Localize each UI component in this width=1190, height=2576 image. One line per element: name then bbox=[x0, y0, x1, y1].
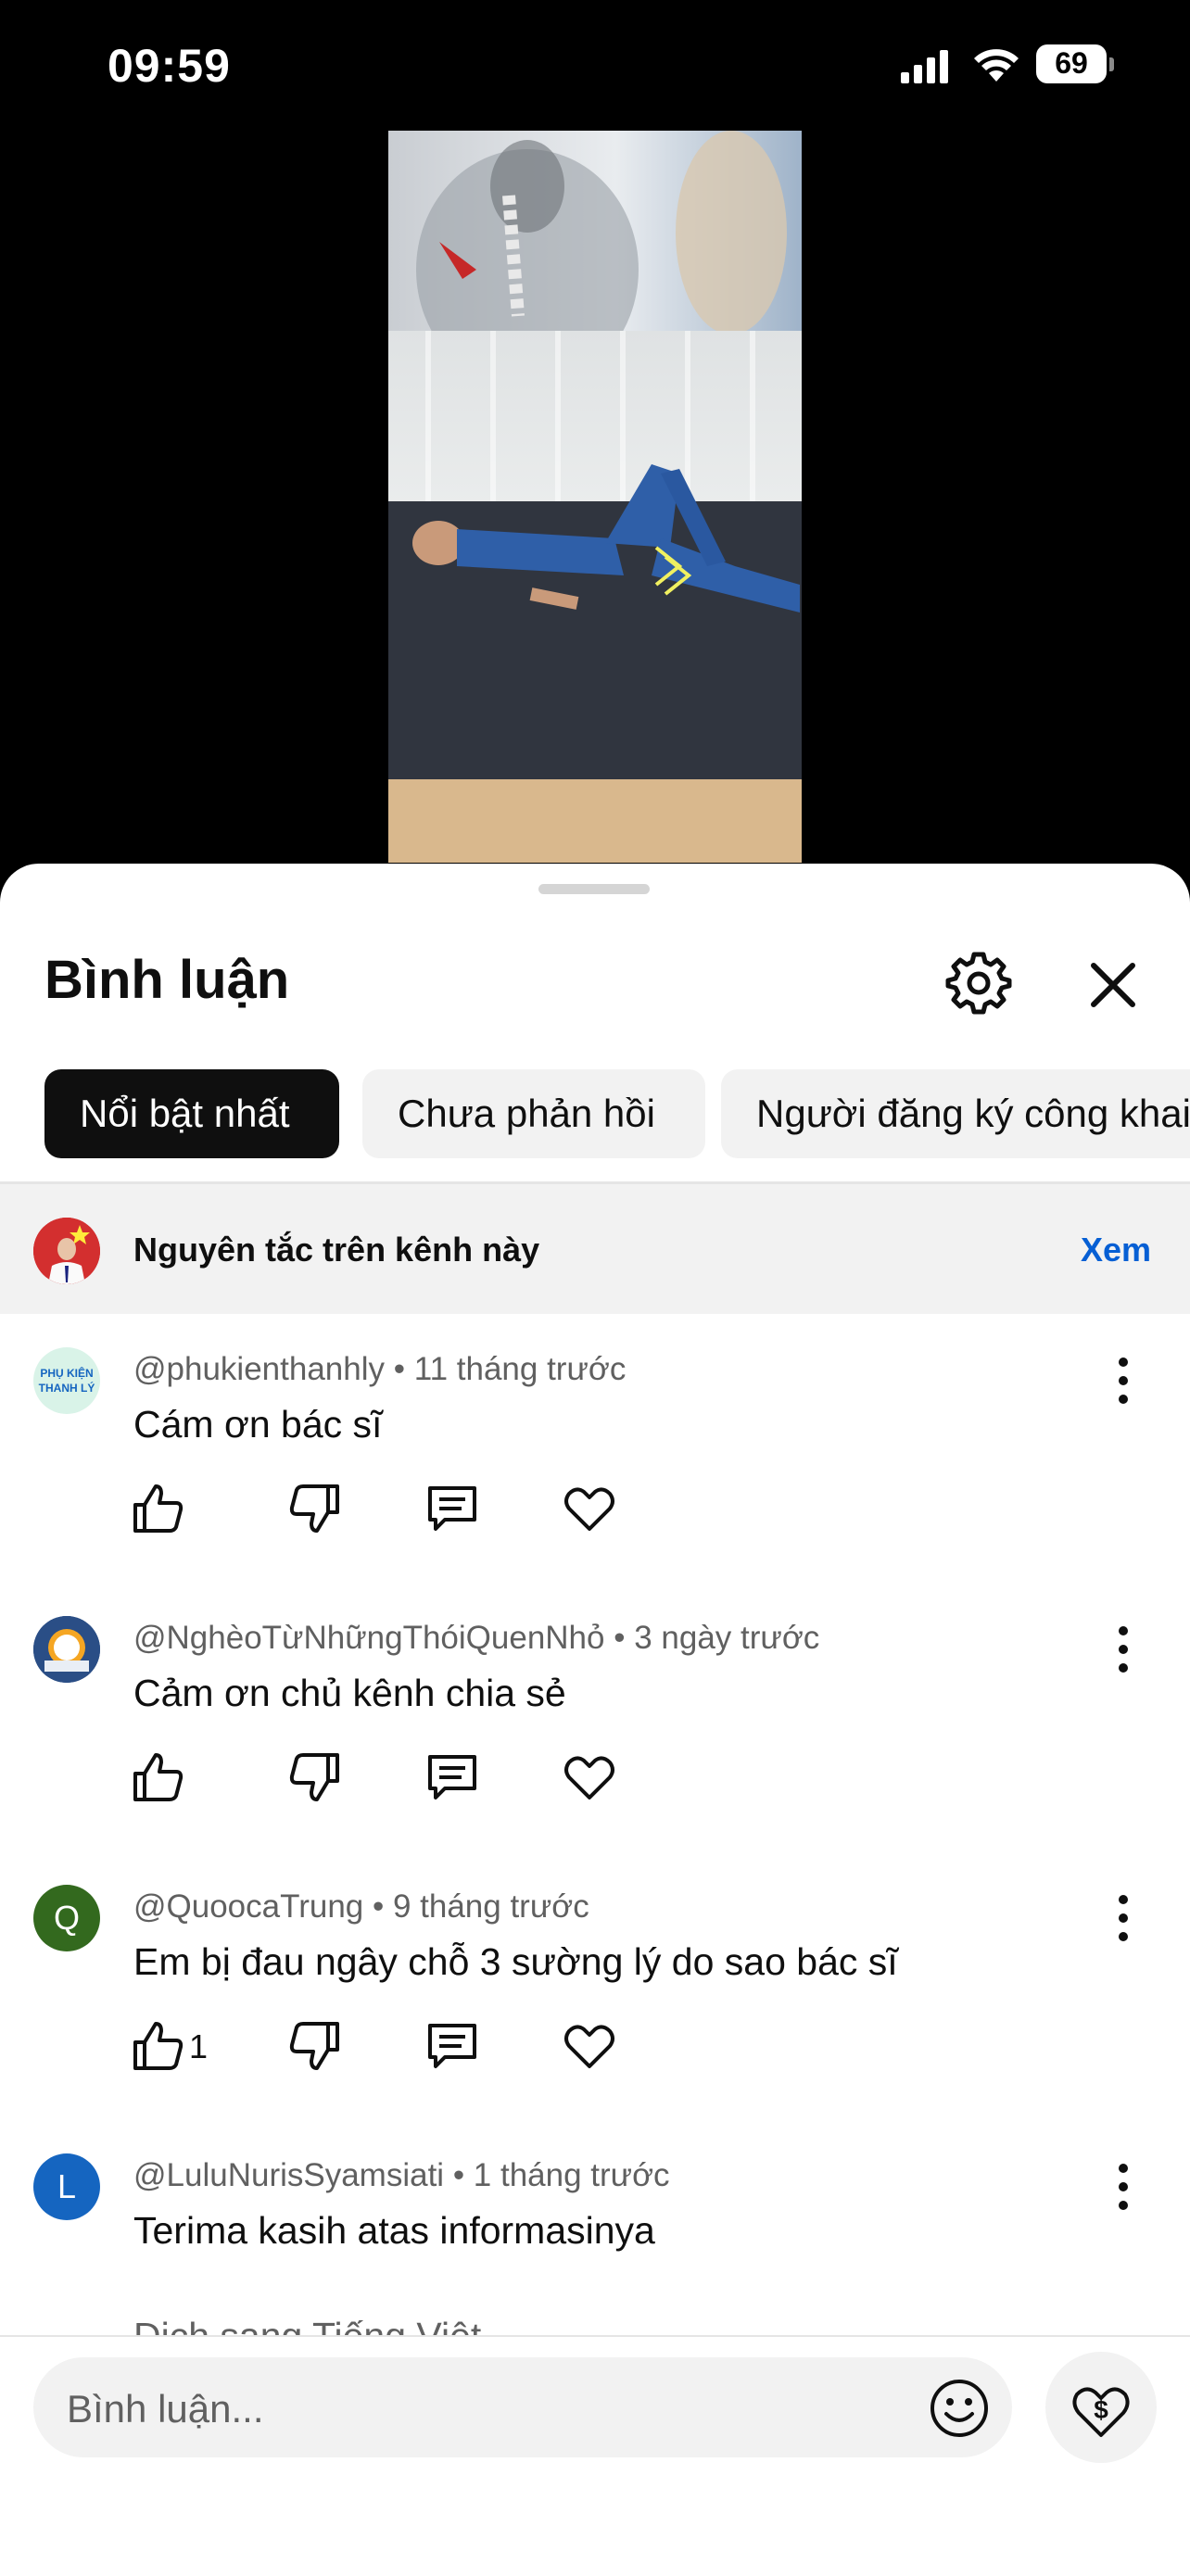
close-icon[interactable] bbox=[1082, 954, 1144, 1016]
comment-text: Terima kasih atas informasinya bbox=[133, 2209, 655, 2252]
chip-top[interactable]: Nổi bật nhất bbox=[44, 1069, 339, 1158]
sort-chips: Nổi bật nhất Chưa phản hồi Người đăng ký… bbox=[44, 1069, 1190, 1158]
like-count: 1 bbox=[189, 2027, 209, 2065]
comment-input-placeholder: Bình luận... bbox=[67, 2387, 264, 2431]
comment-item: Q @QuoocaTrung • 9 tháng trước Em bị đau… bbox=[0, 1851, 1190, 2120]
comment-time: 9 tháng trước bbox=[392, 1888, 589, 1925]
more-options-icon[interactable] bbox=[1107, 1892, 1140, 1944]
chip-public-subscribers[interactable]: Người đăng ký công khai bbox=[721, 1069, 1190, 1158]
video-player[interactable] bbox=[388, 131, 802, 863]
like-icon[interactable] bbox=[130, 1749, 185, 1805]
cellular-signal-icon bbox=[901, 50, 948, 83]
settings-gear-icon[interactable] bbox=[945, 949, 1012, 1016]
heart-icon[interactable] bbox=[562, 2018, 617, 2074]
comment-input[interactable]: Bình luận... bbox=[33, 2357, 1012, 2457]
super-thanks-button[interactable]: $ bbox=[1045, 2352, 1157, 2463]
comment-author[interactable]: @LuluNurisSyamsiati bbox=[133, 2157, 444, 2193]
more-options-icon[interactable] bbox=[1107, 1623, 1140, 1675]
chip-unreplied[interactable]: Chưa phản hồi bbox=[362, 1069, 705, 1158]
sheet-drag-handle[interactable] bbox=[538, 884, 650, 894]
wifi-icon bbox=[974, 49, 1019, 82]
heart-icon[interactable] bbox=[562, 1749, 617, 1805]
comment-time: 1 tháng trước bbox=[473, 2157, 670, 2193]
status-bar: 09:59 69 bbox=[0, 0, 1190, 130]
comment-author[interactable]: @phukienthanhly bbox=[133, 1351, 385, 1387]
comment-time: 3 ngày trước bbox=[634, 1620, 820, 1656]
like-icon[interactable] bbox=[130, 1481, 185, 1536]
status-time: 09:59 bbox=[108, 40, 231, 92]
avatar-text-line1: PHỤ KIỆN bbox=[40, 1366, 93, 1380]
dislike-icon[interactable] bbox=[287, 1749, 343, 1805]
commenter-avatar[interactable] bbox=[33, 1616, 100, 1683]
comment-item: PHỤ KIỆN THANH LÝ @phukienthanhly • 11 t… bbox=[0, 1314, 1190, 1583]
reply-icon[interactable] bbox=[424, 1749, 480, 1805]
comment-text: Em bị đau ngây chỗ 3 sường lý do sao bác… bbox=[133, 1940, 898, 1983]
comment-author[interactable]: @QuoocaTrung bbox=[133, 1888, 363, 1925]
reply-icon[interactable] bbox=[424, 2018, 480, 2074]
comment-text: Cảm ơn chủ kênh chia sẻ bbox=[133, 1672, 566, 1714]
avatar-text-line2: THANH LÝ bbox=[39, 1381, 95, 1395]
super-thanks-icon: $ bbox=[1072, 2387, 1130, 2437]
comment-time: 11 tháng trước bbox=[413, 1351, 627, 1387]
commenter-avatar[interactable]: Q bbox=[33, 1885, 100, 1951]
guidelines-view-link[interactable]: Xem bbox=[1081, 1231, 1151, 1269]
like-icon[interactable] bbox=[130, 2018, 185, 2074]
reply-icon[interactable] bbox=[424, 1481, 480, 1536]
video-spine-illustration bbox=[388, 131, 802, 390]
commenter-avatar[interactable]: PHỤ KIỆN THANH LÝ bbox=[33, 1347, 100, 1414]
video-person bbox=[412, 464, 800, 612]
comments-title: Bình luận bbox=[44, 950, 290, 1010]
comment-item: @NghèoTừNhữngThóiQuenNhỏ • 3 ngày trước … bbox=[0, 1583, 1190, 1851]
comment-composer: Bình luận... $ bbox=[0, 2335, 1190, 2576]
comment-text: Cám ơn bác sĩ bbox=[133, 1403, 383, 1446]
heart-icon[interactable] bbox=[562, 1481, 617, 1536]
dislike-icon[interactable] bbox=[287, 2018, 343, 2074]
svg-text:$: $ bbox=[1094, 2395, 1108, 2424]
emoji-icon[interactable] bbox=[929, 2378, 990, 2439]
dislike-icon[interactable] bbox=[287, 1481, 343, 1536]
channel-guidelines-row[interactable]: Nguyên tắc trên kênh này Xem bbox=[0, 1184, 1190, 1314]
battery-icon: 69 bbox=[1036, 44, 1114, 85]
comment-author[interactable]: @NghèoTừNhữngThóiQuenNhỏ bbox=[133, 1620, 605, 1656]
channel-avatar bbox=[33, 1218, 100, 1284]
guidelines-label: Nguyên tắc trên kênh này bbox=[133, 1231, 540, 1269]
more-options-icon[interactable] bbox=[1107, 1355, 1140, 1407]
battery-level: 69 bbox=[1055, 46, 1088, 80]
more-options-icon[interactable] bbox=[1107, 2161, 1140, 2213]
commenter-avatar[interactable]: L bbox=[33, 2153, 100, 2220]
